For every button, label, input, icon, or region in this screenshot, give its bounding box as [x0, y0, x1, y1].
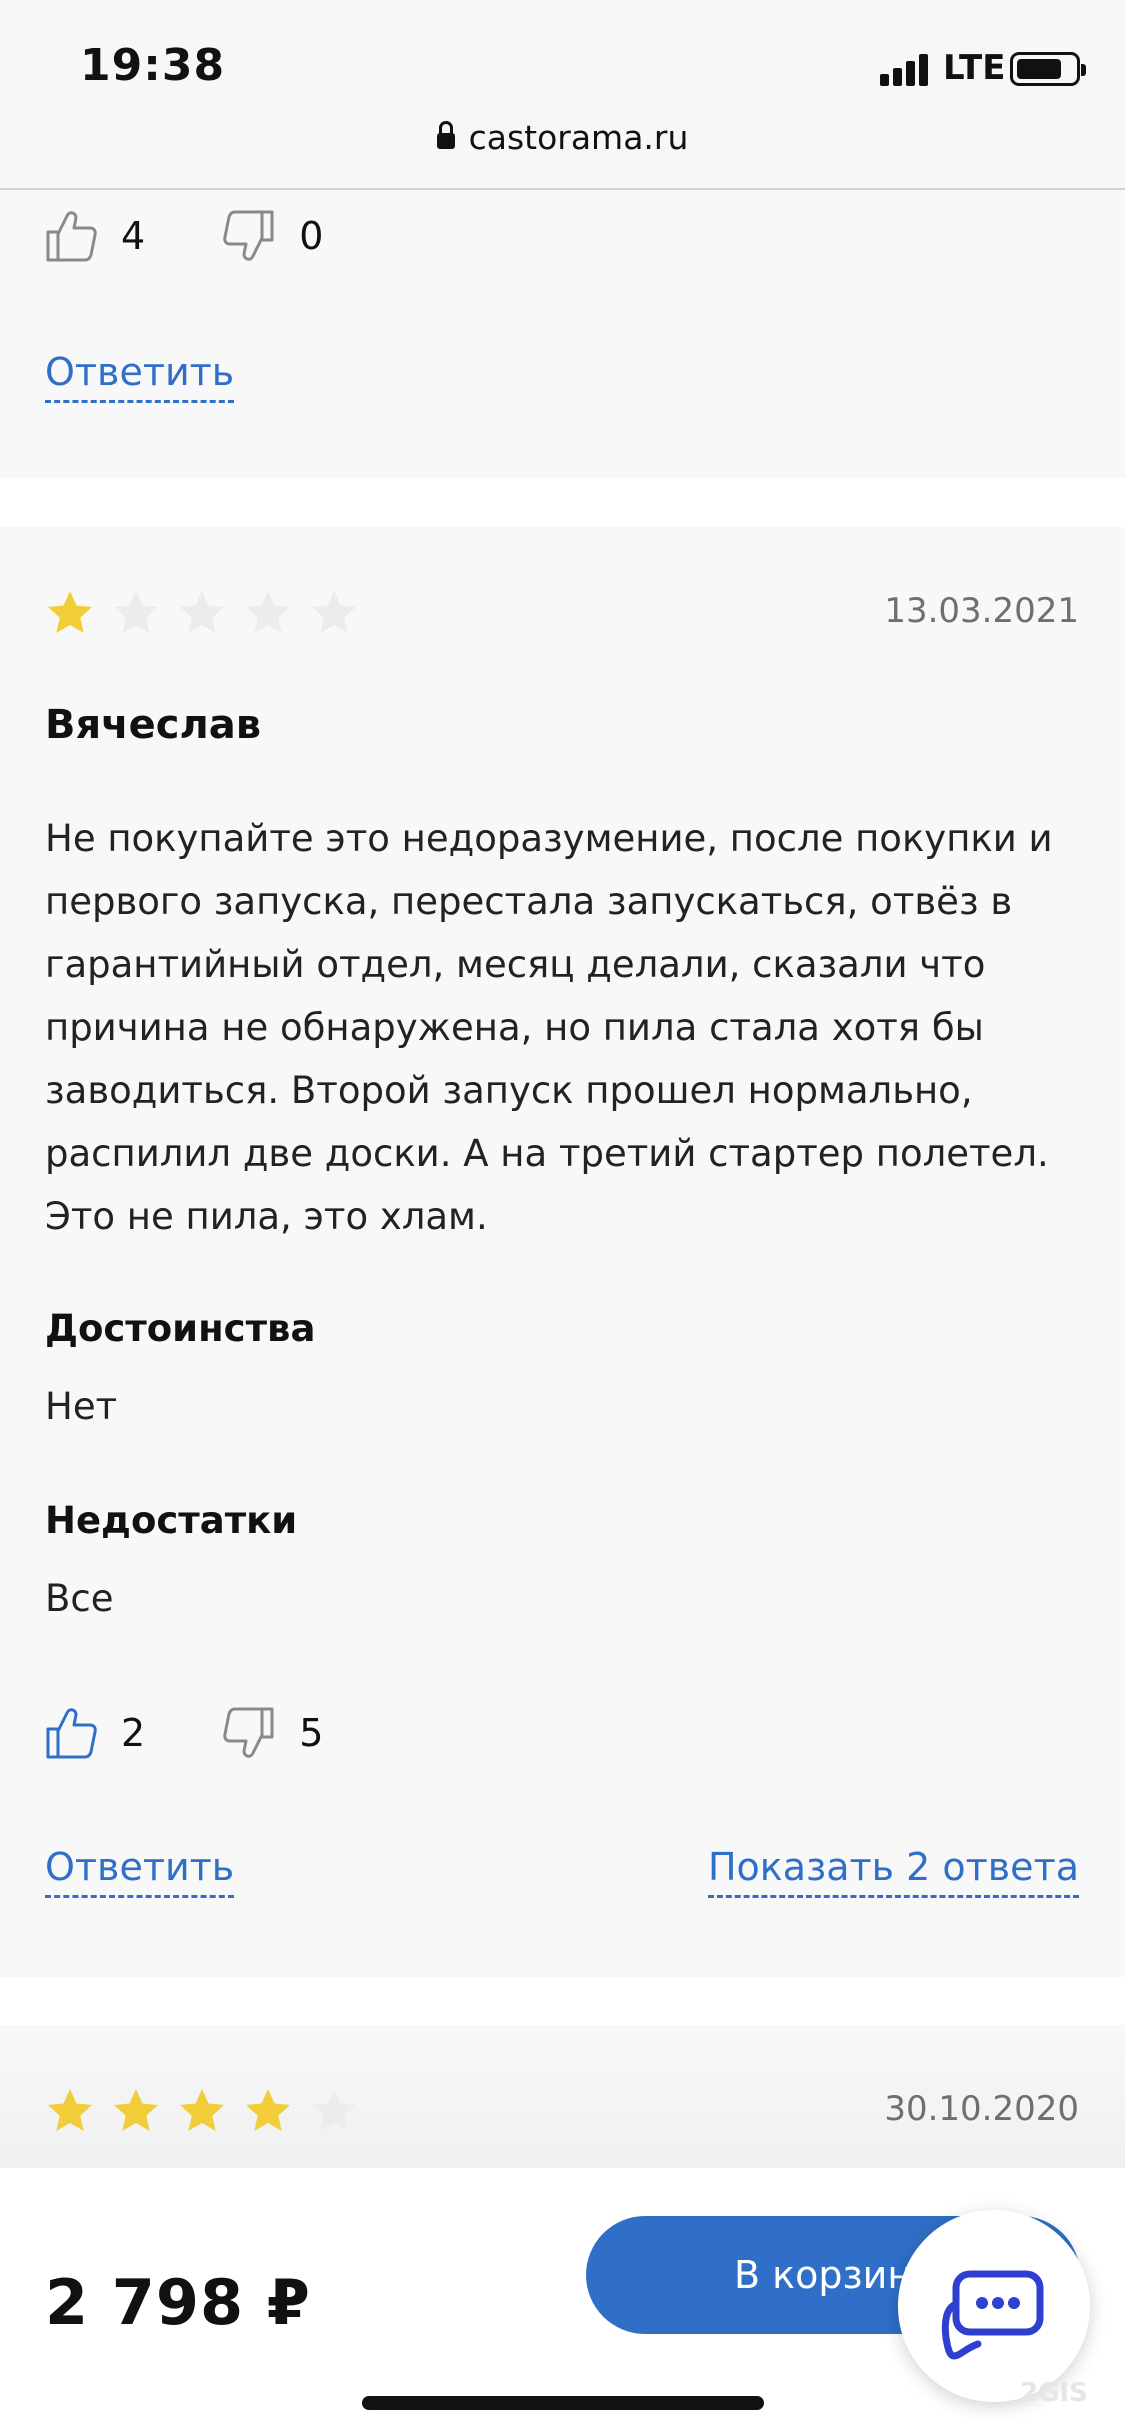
review-date: 13.03.2021 [884, 591, 1079, 631]
thumbs-up-icon [46, 1708, 97, 1759]
reply-link[interactable]: Ответить [45, 1845, 235, 1898]
battery-icon [1010, 52, 1086, 86]
chat-icon [941, 2270, 1044, 2360]
dislike-count: 5 [299, 1711, 324, 1755]
chat-button[interactable] [898, 2210, 1090, 2402]
review-votes: 4 0 [45, 206, 401, 266]
like-button[interactable]: 4 [45, 208, 145, 264]
star-icon [114, 2089, 158, 2131]
network-label: LTE [943, 48, 1006, 88]
dislike-button[interactable]: 0 [223, 208, 323, 264]
dislike-button[interactable]: 5 [223, 1705, 323, 1761]
review-author: Вячеслав [45, 702, 262, 748]
dislike-count: 0 [299, 214, 324, 258]
star-icon [48, 2089, 92, 2131]
pros-title: Достоинства [45, 1307, 316, 1350]
address-bar[interactable]: castorama.ru [0, 118, 1125, 157]
review-card: 4 0 Ответить [0, 190, 1125, 478]
product-price: 2 798 ₽ [45, 2266, 311, 2339]
review-votes: 2 5 [45, 1703, 401, 1763]
rating-stars [45, 2087, 375, 2135]
thumbs-down-icon [223, 1707, 274, 1758]
star-icon [246, 2089, 290, 2131]
watermark: 2GIS [1020, 2378, 1088, 2408]
star-icon [312, 2089, 356, 2131]
star-icon [246, 591, 290, 633]
review-card: 13.03.2021 Вячеслав Не покупайте это нед… [0, 527, 1125, 1977]
cons-text: Все [45, 1577, 114, 1620]
cons-title: Недостатки [45, 1499, 298, 1542]
reply-link[interactable]: Ответить [45, 350, 235, 403]
home-indicator [362, 2396, 764, 2410]
review-date: 30.10.2020 [884, 2089, 1079, 2129]
thumbs-down-icon [223, 210, 274, 261]
show-replies-link[interactable]: Показать 2 ответа [707, 1845, 1079, 1898]
like-count: 4 [121, 214, 146, 258]
status-bar: 19:38 LTE castorama.ru [0, 0, 1125, 190]
star-icon [312, 591, 356, 633]
thumbs-up-icon [46, 211, 97, 262]
pros-text: Нет [45, 1385, 118, 1428]
star-icon [180, 591, 224, 633]
signal-icon [880, 54, 932, 86]
review-text: Не покупайте это недоразумение, после по… [45, 817, 1053, 1238]
star-icon [48, 591, 92, 633]
star-icon [180, 2089, 224, 2131]
like-count: 2 [121, 1711, 146, 1755]
star-icon [114, 591, 158, 633]
rating-stars [45, 589, 375, 637]
lock-icon [436, 121, 455, 149]
status-time: 19:38 [80, 40, 226, 91]
url-text: castorama.ru [468, 118, 689, 157]
like-button[interactable]: 2 [45, 1705, 145, 1761]
